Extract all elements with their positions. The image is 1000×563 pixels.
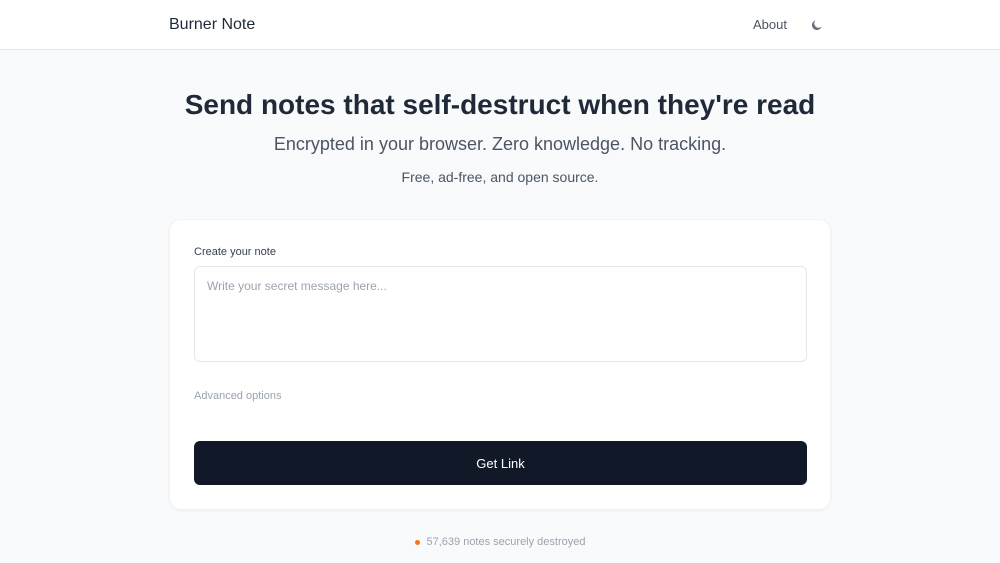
about-link[interactable]: About <box>753 17 787 33</box>
moon-icon <box>811 20 822 31</box>
note-textarea[interactable] <box>194 266 807 362</box>
destroyed-notes-stat: 57,639 notes securely destroyed <box>0 535 1000 549</box>
get-link-button[interactable]: Get Link <box>194 441 807 485</box>
theme-toggle-button[interactable] <box>808 16 826 34</box>
create-note-label: Create your note <box>194 246 276 258</box>
hero-title: Send notes that self-destruct when they'… <box>184 89 816 120</box>
advanced-options-toggle[interactable]: Advanced options <box>194 389 281 403</box>
status-dot-icon <box>414 539 420 545</box>
note-form-card: Create your note Advanced options Get Li… <box>169 219 831 510</box>
destroyed-notes-count: 57,639 notes securely destroyed <box>426 536 586 548</box>
top-navbar: Burner Note About <box>0 0 1000 50</box>
brand-logo-text[interactable]: Burner Note <box>169 15 255 35</box>
hero-subtitle: Encrypted in your browser. Zero knowledg… <box>273 134 727 154</box>
hero-tagline: Free, ad-free, and open source. <box>401 169 599 185</box>
